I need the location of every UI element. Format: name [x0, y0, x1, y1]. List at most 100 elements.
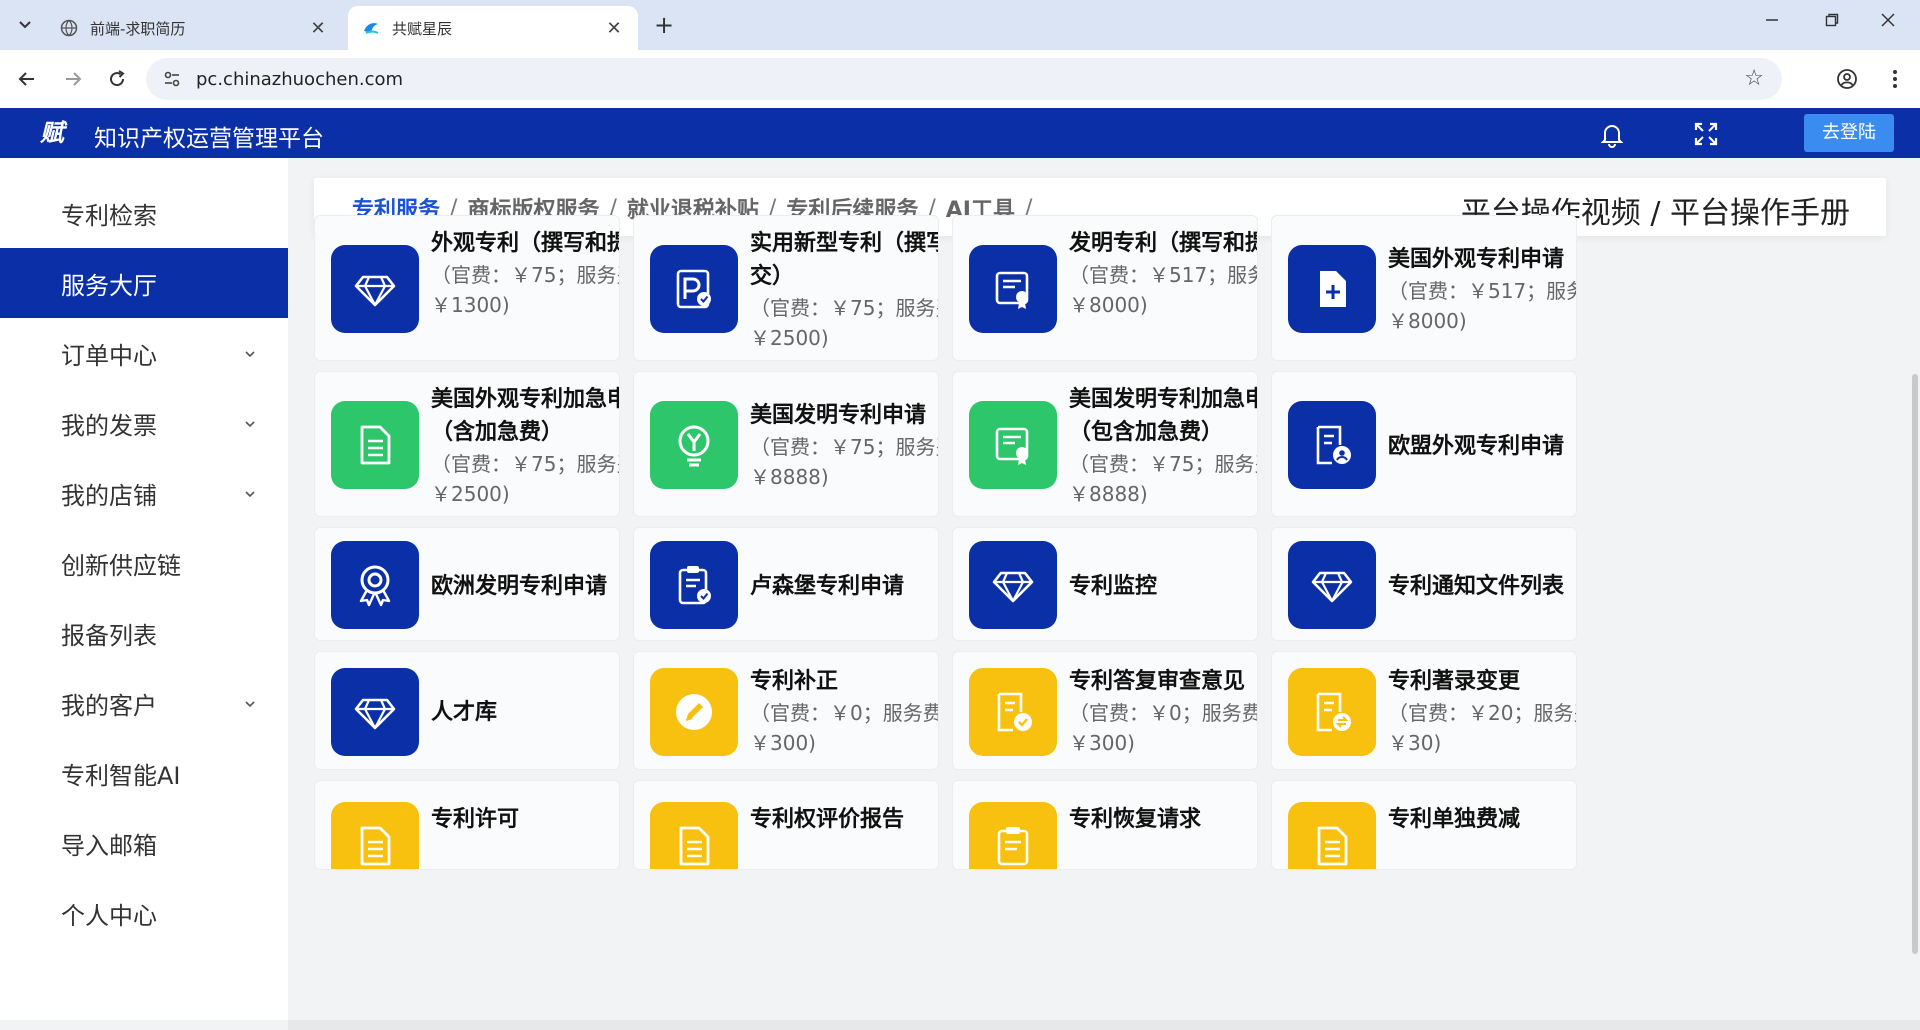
sidebar-item-import-mailbox[interactable]: 导入邮箱: [0, 808, 288, 878]
service-card-title: 欧盟外观专利申请: [1388, 434, 1565, 459]
service-card-text: 人才库: [431, 696, 619, 729]
page-scrollbar[interactable]: [1912, 374, 1918, 954]
chevron-down-icon: [240, 482, 260, 502]
restore-icon[interactable]: [1814, 12, 1850, 38]
profile-icon[interactable]: [1832, 64, 1862, 94]
sidebar-item-label: 专利智能AI: [61, 761, 181, 790]
sidebar-item-patent-search[interactable]: 专利检索: [0, 178, 288, 248]
service-card[interactable]: 美国外观专利申请 （官费：￥517；服务费：￥8000): [1271, 215, 1577, 361]
service-card-title: 专利答复审查意见: [1069, 669, 1246, 694]
sidebar-item-label: 专利检索: [61, 201, 157, 230]
sidebar: 专利检索 服务大厅 订单中心 我的发票 我的店铺 创新供应链 报备列表 我的客户…: [0, 158, 288, 1020]
sidebar-item-report-list[interactable]: 报备列表: [0, 598, 288, 668]
service-card-text: 外观专利（撰写和提交） （官费：￥75；服务费：￥1300): [431, 227, 619, 320]
service-card-fee: （官费：￥20；服务费：￥30): [1388, 701, 1576, 755]
service-card-text: 专利权评价报告: [750, 803, 938, 836]
service-card[interactable]: 美国发明专利申请 （官费：￥75；服务费：￥8888): [633, 371, 939, 517]
service-card-title: 专利许可: [431, 807, 520, 832]
service-card-title: 专利单独费减: [1388, 807, 1521, 832]
service-card[interactable]: 美国发明专利加急申请（包含加急费） （官费：￥75；服务费：￥8888): [952, 371, 1258, 517]
service-card[interactable]: 专利监控: [952, 527, 1258, 641]
service-card[interactable]: 美国外观专利加急申请（含加急费） （官费：￥75；服务费：￥2500): [314, 371, 620, 517]
address-bar[interactable]: pc.chinazhuochen.com ☆: [146, 58, 1782, 100]
service-card[interactable]: 实用新型专利（撰写和提交） （官费：￥75；服务费：￥2500): [633, 215, 939, 361]
browser-toolbar: pc.chinazhuochen.com ☆: [0, 50, 1920, 108]
sidebar-item-my-shop[interactable]: 我的店铺: [0, 458, 288, 528]
service-card-text: 专利单独费减: [1388, 803, 1576, 836]
service-card[interactable]: 专利通知文件列表: [1271, 527, 1577, 641]
service-card[interactable]: 发明专利（撰写和提交） （官费：￥517；服务费：￥8000): [952, 215, 1258, 361]
globe-icon: [60, 19, 78, 37]
chevron-down-icon: [240, 692, 260, 712]
browser-tabstrip: 前端-求职简历 ✕ 共赋星辰 ✕ +: [0, 0, 1920, 50]
certificate-icon: [969, 245, 1057, 333]
service-card-fee: （官费：￥75；服务费：￥2500): [750, 296, 938, 350]
login-button[interactable]: 去登陆: [1804, 114, 1894, 152]
service-card[interactable]: 专利著录变更 （官费：￥20；服务费：￥30): [1271, 651, 1577, 770]
service-card-text: 欧洲发明专利申请: [431, 570, 619, 603]
service-card[interactable]: 卢森堡专利申请: [633, 527, 939, 641]
service-card-text: 专利监控: [1069, 570, 1257, 603]
file-plus-icon: [1288, 245, 1376, 333]
service-card[interactable]: 专利单独费减: [1271, 780, 1577, 870]
close-tab-icon[interactable]: ✕: [604, 18, 624, 39]
tab-search-button[interactable]: [10, 10, 40, 40]
sidebar-item-patent-ai[interactable]: 专利智能AI: [0, 738, 288, 808]
service-card[interactable]: 专利答复审查意见 （官费：￥0；服务费：￥300): [952, 651, 1258, 770]
minimize-icon[interactable]: [1754, 12, 1790, 38]
close-window-icon[interactable]: [1870, 12, 1906, 38]
service-card-text: 专利著录变更 （官费：￥20；服务费：￥30): [1388, 665, 1576, 758]
patent-p-icon: [650, 245, 738, 333]
service-card[interactable]: 外观专利（撰写和提交） （官费：￥75；服务费：￥1300): [314, 215, 620, 361]
browser-tab-active[interactable]: 共赋星辰 ✕: [348, 6, 638, 50]
fullscreen-icon[interactable]: [1692, 120, 1720, 148]
service-card-text: 美国外观专利申请 （官费：￥517；服务费：￥8000): [1388, 243, 1576, 336]
menu-kebab-icon[interactable]: [1880, 64, 1910, 94]
service-card[interactable]: 专利许可: [314, 780, 620, 870]
app-title: 知识产权运营管理平台: [94, 126, 324, 152]
service-card-title: 外观专利（撰写和提交）: [431, 231, 619, 256]
diamond-icon: [331, 245, 419, 333]
service-card[interactable]: 专利权评价报告: [633, 780, 939, 870]
service-card-title: 专利通知文件列表: [1388, 574, 1565, 599]
document-check-icon: [969, 668, 1057, 756]
service-card-fee: （官费：￥517；服务费：￥8000): [1069, 263, 1257, 317]
reload-icon[interactable]: [102, 64, 132, 94]
service-card-text: 专利补正 （官费：￥0；服务费：￥300): [750, 665, 939, 758]
service-card[interactable]: 专利补正 （官费：￥0；服务费：￥300): [633, 651, 939, 770]
sidebar-item-my-customers[interactable]: 我的客户: [0, 668, 288, 738]
service-card-text: 专利答复审查意见 （官费：￥0；服务费：￥300): [1069, 665, 1257, 758]
service-card[interactable]: 专利恢复请求: [952, 780, 1258, 870]
sidebar-item-label: 服务大厅: [61, 271, 157, 300]
sidebar-item-order-center[interactable]: 订单中心: [0, 318, 288, 388]
service-card-text: 美国外观专利加急申请（含加急费） （官费：￥75；服务费：￥2500): [431, 383, 619, 509]
browser-tab-resume[interactable]: 前端-求职简历 ✕: [46, 6, 342, 50]
sidebar-item-personal-center[interactable]: 个人中心: [0, 878, 288, 948]
notification-bell-icon[interactable]: [1598, 120, 1626, 148]
sidebar-item-service-hall[interactable]: 服务大厅: [0, 248, 288, 318]
service-card-text: 专利许可: [431, 803, 619, 836]
document-exchange-icon: [1288, 668, 1376, 756]
horizontal-scroll-track: [288, 1020, 1920, 1030]
service-card[interactable]: 欧洲发明专利申请: [314, 527, 620, 641]
service-card-fee: （官费：￥0；服务费：￥300): [750, 701, 939, 755]
document-icon: [331, 802, 419, 869]
bookmark-star-icon[interactable]: ☆: [1744, 66, 1764, 91]
document-user-icon: [1288, 401, 1376, 489]
back-icon[interactable]: [12, 64, 42, 94]
service-card-title: 专利著录变更: [1388, 669, 1521, 694]
site-logo-icon: [362, 19, 380, 37]
sidebar-item-invoices[interactable]: 我的发票: [0, 388, 288, 458]
clipboard-check-icon: [650, 541, 738, 629]
service-card-title: 欧洲发明专利申请: [431, 574, 608, 599]
close-tab-icon[interactable]: ✕: [308, 18, 328, 39]
app-logo: 赋: [40, 118, 64, 147]
app-header: 赋 知识产权运营管理平台 去登陆: [0, 108, 1920, 158]
sidebar-item-innovation-supply-chain[interactable]: 创新供应链: [0, 528, 288, 598]
site-settings-icon[interactable]: [162, 69, 182, 89]
service-card[interactable]: 人才库: [314, 651, 620, 770]
new-tab-button[interactable]: +: [650, 12, 678, 40]
service-card[interactable]: 欧盟外观专利申请: [1271, 371, 1577, 517]
service-card-fee: （官费：￥75；服务费：￥1300): [431, 263, 619, 317]
forward-icon[interactable]: [58, 64, 88, 94]
